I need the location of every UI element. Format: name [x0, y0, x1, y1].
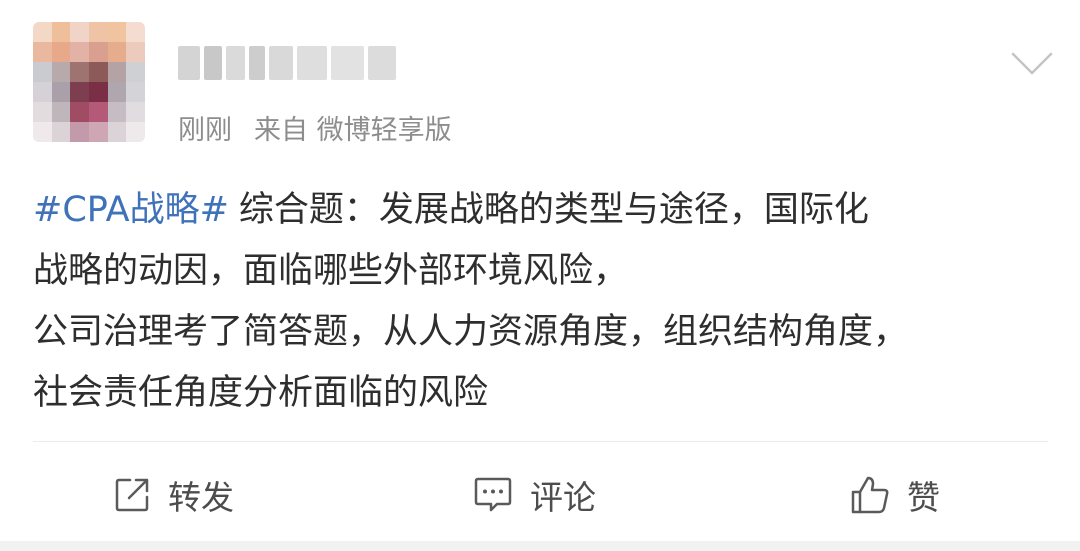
chevron-down-icon[interactable]: [1010, 50, 1054, 78]
repost-icon: [115, 478, 149, 512]
divider: [33, 441, 1048, 442]
comment-label: 评论: [530, 478, 596, 517]
post-meta: 刚刚 来自 微博轻享版: [178, 108, 452, 147]
like-button[interactable]: 赞: [849, 465, 940, 525]
avatar[interactable]: [33, 22, 145, 142]
like-label: 赞: [907, 478, 940, 517]
post-time: 刚刚: [178, 115, 232, 146]
thumbs-up-icon: [851, 476, 889, 514]
action-bar: 转发 评论 赞: [0, 465, 1080, 525]
repost-button[interactable]: 转发: [112, 465, 234, 525]
repost-label: 转发: [168, 478, 234, 517]
post-line-3: 公司治理考了简答题，从人力资源角度，组织结构角度，: [33, 312, 909, 352]
post-line-4: 社会责任角度分析面临的风险: [33, 373, 489, 413]
comment-icon: [474, 477, 512, 512]
bottom-separator: [0, 541, 1080, 551]
post-line-1: 综合题：发展战略的类型与途径，国际化: [238, 190, 869, 230]
topic-link[interactable]: #CPA战略#: [33, 190, 229, 230]
post-text: #CPA战略# 综合题：发展战略的类型与途径，国际化 战略的动因，面临哪些外部环境…: [33, 180, 1043, 424]
username-obscured[interactable]: [178, 44, 396, 82]
post-source: 来自 微博轻享版: [254, 115, 452, 146]
post-line-2: 战略的动因，面临哪些外部环境风险，: [33, 251, 629, 291]
comment-button[interactable]: 评论: [472, 465, 596, 525]
